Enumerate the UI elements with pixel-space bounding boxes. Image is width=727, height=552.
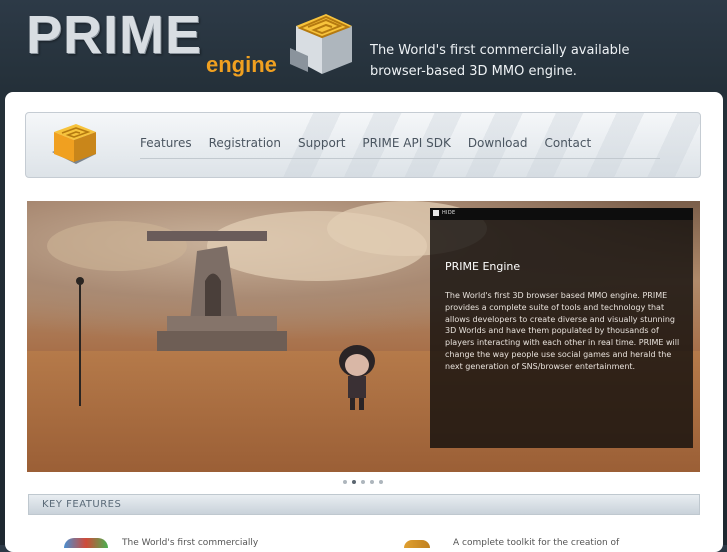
slider-dot[interactable] bbox=[370, 480, 374, 484]
nav-item-contact[interactable]: Contact bbox=[544, 136, 591, 150]
slider-dot[interactable] bbox=[379, 480, 383, 484]
logo-wordmark[interactable]: PRIME bbox=[26, 4, 202, 66]
slider-dot-active[interactable] bbox=[352, 480, 356, 484]
hide-caption-button[interactable]: HIDE bbox=[433, 210, 455, 216]
feature-1-text: The World's first commercially bbox=[122, 538, 259, 548]
tagline: The World's first commercially available… bbox=[370, 40, 630, 82]
nav-item-support[interactable]: Support bbox=[298, 136, 345, 150]
nav-item-features[interactable]: Features bbox=[140, 136, 192, 150]
slide-caption: HIDE PRIME Engine The World's first 3D b… bbox=[430, 208, 693, 448]
feature-toolkit-icon bbox=[404, 540, 430, 548]
nav-logo-cube-icon[interactable] bbox=[46, 118, 104, 174]
feature-globe-icon bbox=[64, 538, 108, 548]
slide-character bbox=[339, 345, 375, 410]
slide-lamppost bbox=[76, 277, 84, 406]
nav-links: Features Registration Support PRIME API … bbox=[140, 136, 608, 150]
slider-dot[interactable] bbox=[343, 480, 347, 484]
nav-item-download[interactable]: Download bbox=[468, 136, 528, 150]
caption-toolbar: HIDE bbox=[430, 208, 693, 220]
feature-2-text: A complete toolkit for the creation of bbox=[453, 538, 620, 548]
slide-title: PRIME Engine bbox=[445, 260, 521, 273]
key-features-header: KEY FEATURES bbox=[28, 494, 700, 515]
nav-divider bbox=[140, 158, 660, 159]
slider-pagination bbox=[343, 480, 383, 484]
slide-ruin-illustration bbox=[147, 231, 287, 351]
nav-item-prime-api-sdk[interactable]: PRIME API SDK bbox=[362, 136, 450, 150]
nav-item-registration[interactable]: Registration bbox=[209, 136, 281, 150]
site-header: PRIME engine The World's first commercia… bbox=[0, 0, 727, 92]
main-nav: Features Registration Support PRIME API … bbox=[25, 112, 701, 178]
key-features-heading: KEY FEATURES bbox=[42, 499, 122, 510]
slider-dot[interactable] bbox=[361, 480, 365, 484]
slide-description: The World's first 3D browser based MMO e… bbox=[445, 291, 680, 371]
hide-checkbox-icon bbox=[433, 210, 439, 216]
logo-cube-icon[interactable] bbox=[286, 8, 358, 80]
logo-subtitle[interactable]: engine bbox=[206, 52, 277, 78]
tagline-line-2: browser-based 3D MMO engine. bbox=[370, 64, 577, 79]
hide-label: HIDE bbox=[442, 210, 456, 216]
tagline-line-1: The World's first commercially available bbox=[370, 43, 630, 58]
